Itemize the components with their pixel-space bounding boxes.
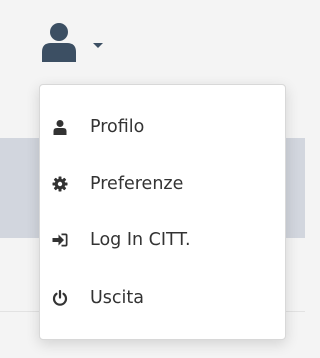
menu-item-uscita[interactable]: Uscita	[40, 278, 285, 318]
gear-icon	[52, 176, 68, 192]
user-icon	[42, 23, 76, 62]
menu-item-label: Uscita	[90, 288, 144, 308]
power-icon	[52, 290, 68, 306]
user-dropdown-menu: Profilo Preferenze Log In CITT. Uscita	[39, 84, 286, 340]
menu-item-preferenze[interactable]: Preferenze	[40, 164, 285, 204]
menu-item-label: Profilo	[90, 117, 145, 137]
menu-item-label: Preferenze	[90, 174, 184, 194]
sign-in-icon	[52, 233, 68, 247]
user-menu-toggle[interactable]	[40, 20, 120, 64]
menu-item-profilo[interactable]: Profilo	[40, 107, 285, 147]
menu-item-label: Log In CITT.	[90, 230, 191, 250]
caret-down-icon	[93, 43, 103, 48]
user-icon	[53, 120, 67, 135]
menu-item-log-in-citt[interactable]: Log In CITT.	[40, 220, 285, 260]
